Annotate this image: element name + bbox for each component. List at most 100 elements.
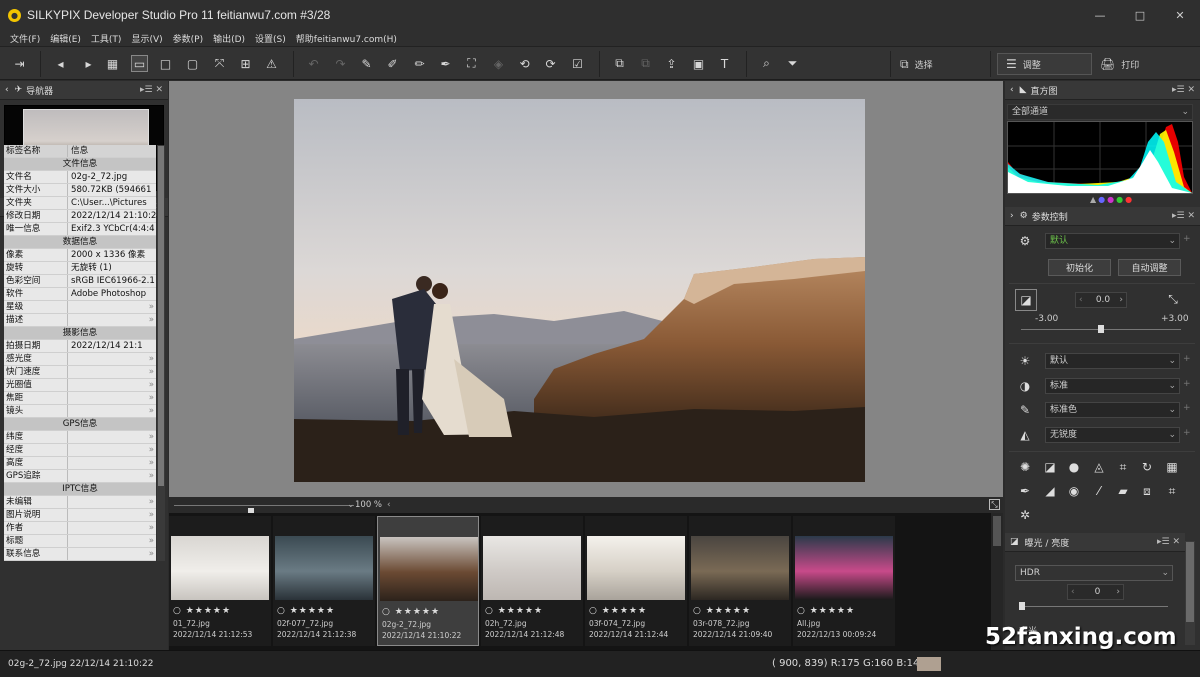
rating-stars[interactable]: ○ ★★★★★ (173, 606, 231, 616)
info-row[interactable]: 星级 » (4, 301, 156, 314)
info-scrollbar[interactable] (157, 145, 165, 561)
rotate-icon[interactable]: ↻ (1139, 459, 1155, 475)
panel-menu-close-icon[interactable]: ▸☰ ✕ (1172, 85, 1195, 95)
rating-stars[interactable]: ○ ★★★★★ (797, 606, 855, 616)
image-viewer[interactable] (169, 81, 1003, 497)
warning-icon[interactable]: ⚠ (263, 55, 280, 72)
search-icon[interactable]: ⌕ (758, 55, 775, 72)
compare-icon[interactable]: ⊞ (237, 55, 254, 72)
misc-icon[interactable]: ✲ (1017, 507, 1033, 523)
info-row[interactable]: 文件夹 C:\User...\Pictures (4, 197, 156, 210)
collapse-icon[interactable]: ‹ (5, 85, 9, 95)
right-scrollbar[interactable] (1185, 541, 1195, 645)
hdr-slider[interactable] (1019, 602, 1168, 610)
adjust-mode-button[interactable]: ☰ 调整 (997, 53, 1092, 75)
menu-edit[interactable]: 编辑(E) (50, 32, 81, 45)
add-wb-icon[interactable]: + (1183, 354, 1191, 364)
initialize-button[interactable]: 初始化 (1048, 259, 1111, 276)
text-icon[interactable]: T (716, 55, 733, 72)
print-mode-button[interactable]: 🖨 打印 (1100, 53, 1139, 75)
dust-icon[interactable]: ✺ (1017, 459, 1033, 475)
info-row[interactable]: 唯一信息 Exif2.3 YCbCr(4:4:4 (4, 223, 156, 236)
rating-stars[interactable]: ○ ★★★★★ (693, 606, 751, 616)
menu-view[interactable]: 显示(V) (131, 32, 162, 45)
rating-stars[interactable]: ○ ★★★★★ (277, 606, 335, 616)
info-row[interactable]: GPS追踪 » (4, 470, 156, 483)
panel-menu-close-icon[interactable]: ▸☰ ✕ (1172, 211, 1195, 221)
menu-settings[interactable]: 设置(S) (255, 32, 286, 45)
info-row[interactable]: 焦距 » (4, 392, 156, 405)
exposure-auto-icon[interactable]: ⤡ (1165, 291, 1181, 307)
tone-select[interactable]: 标准 ⌄ (1045, 378, 1180, 394)
rotate-right-icon[interactable]: ⟳ (542, 55, 559, 72)
collapse-icon[interactable]: › (1010, 211, 1014, 221)
preset-select[interactable]: 默认 ⌄ (1045, 233, 1180, 249)
next-image-icon[interactable]: ▸ (80, 55, 97, 72)
info-row[interactable]: 文件名 02g-2_72.jpg (4, 171, 156, 184)
gradient-icon[interactable]: ◬ (1091, 459, 1107, 475)
maximize-button[interactable]: □ (1120, 0, 1160, 30)
menu-help[interactable]: 帮助feitianwu7.com(H) (296, 32, 397, 45)
batch-icon[interactable]: ⧉ (637, 55, 654, 72)
menu-tools[interactable]: 工具(T) (91, 32, 122, 45)
wb-picker-icon[interactable]: ✎ (358, 55, 375, 72)
undo-icon[interactable]: ↶ (305, 55, 322, 72)
zoom-slider[interactable] (174, 505, 354, 516)
sharpness-icon[interactable]: ◭ (1017, 427, 1033, 443)
main-photo[interactable] (294, 99, 865, 482)
sphere-icon[interactable]: ● (1066, 459, 1082, 475)
info-row[interactable]: 拍摄日期 2022/12/14 21:1 (4, 340, 156, 353)
zoom-down-icon[interactable]: ⌄ (347, 500, 355, 510)
close-button[interactable]: ✕ (1160, 0, 1200, 30)
menu-output[interactable]: 输出(D) (213, 32, 245, 45)
filmstrip-item[interactable]: ○ ★★★★★ 02f-077_72.jpg 2022/12/14 21:12:38 (273, 516, 375, 646)
crop-tool-icon[interactable]: ⌗ (1164, 483, 1180, 499)
redo-icon[interactable]: ↷ (332, 55, 349, 72)
panel-menu-close-icon[interactable]: ▸☰ ✕ (1157, 537, 1180, 547)
hdr-select[interactable]: HDR ⌄ (1015, 565, 1173, 581)
info-row[interactable]: 快门速度 » (4, 366, 156, 379)
add-color-icon[interactable]: + (1183, 403, 1191, 413)
filmstrip-thumbnail[interactable] (380, 537, 478, 601)
info-row[interactable]: 光圈值 » (4, 379, 156, 392)
info-row[interactable]: 像素 2000 x 1336 像素 (4, 249, 156, 262)
exposure-slider[interactable] (1021, 325, 1181, 333)
info-row[interactable]: 修改日期 2022/12/14 21:10:2 (4, 210, 156, 223)
filmstrip-thumbnail[interactable] (795, 536, 893, 600)
fit-icon[interactable]: ⤧ (211, 55, 228, 72)
menu-file[interactable]: 文件(F) (10, 32, 40, 45)
layers-icon[interactable]: ◈ (490, 55, 507, 72)
add-sharp-icon[interactable]: + (1183, 428, 1191, 438)
select-mode-button[interactable]: ⧉ 选择 (900, 53, 933, 75)
info-row[interactable]: 经度 » (4, 444, 156, 457)
filmstrip-item[interactable]: ○ ★★★★★ 03r-078_72.jpg 2022/12/14 21:09:40 (689, 516, 791, 646)
gear-icon[interactable]: ⚙ (1017, 233, 1033, 249)
color-picker-icon[interactable]: ✐ (384, 55, 401, 72)
filmstrip-thumbnail[interactable] (483, 536, 581, 600)
fullscreen-icon[interactable]: ▢ (184, 55, 201, 72)
menu-params[interactable]: 参数(P) (173, 32, 203, 45)
brush-tool-icon[interactable]: ⁄ (1091, 483, 1107, 499)
filmstrip-thumbnail[interactable] (691, 536, 789, 600)
color-select[interactable]: 标准色 ⌄ (1045, 402, 1180, 418)
wb-select[interactable]: 默认 ⌄ (1045, 353, 1180, 369)
brush-icon[interactable]: ✏ (411, 55, 428, 72)
filmstrip-item[interactable]: ○ ★★★★★ 01_72.jpg 2022/12/14 21:12:53 (169, 516, 271, 646)
info-row[interactable]: 未编辑 » (4, 496, 156, 509)
filmstrip-item[interactable]: ○ ★★★★★ All.jpg 2022/12/13 00:09:24 (793, 516, 895, 646)
info-row[interactable]: 旋转 无旋转 (1) (4, 262, 156, 275)
display-icon[interactable]: ▣ (690, 55, 707, 72)
minimize-button[interactable]: — (1080, 0, 1120, 30)
info-row[interactable]: 感光度 » (4, 353, 156, 366)
stamp-icon[interactable]: ✒ (437, 55, 454, 72)
info-row[interactable]: 标题 » (4, 535, 156, 548)
hdr-value[interactable]: ‹ 0 › (1067, 584, 1124, 600)
shade-icon[interactable]: ◢ (1042, 483, 1058, 499)
collapse-icon[interactable]: ‹ (1010, 85, 1014, 95)
auto-adjust-button[interactable]: 自动调整 (1118, 259, 1181, 276)
import-icon[interactable]: ⇥ (11, 55, 28, 72)
info-row[interactable]: 纬度 » (4, 431, 156, 444)
filmstrip-thumbnail[interactable] (587, 536, 685, 600)
add-tone-icon[interactable]: + (1183, 379, 1191, 389)
expand-icon[interactable]: ⤡ (989, 499, 1000, 510)
